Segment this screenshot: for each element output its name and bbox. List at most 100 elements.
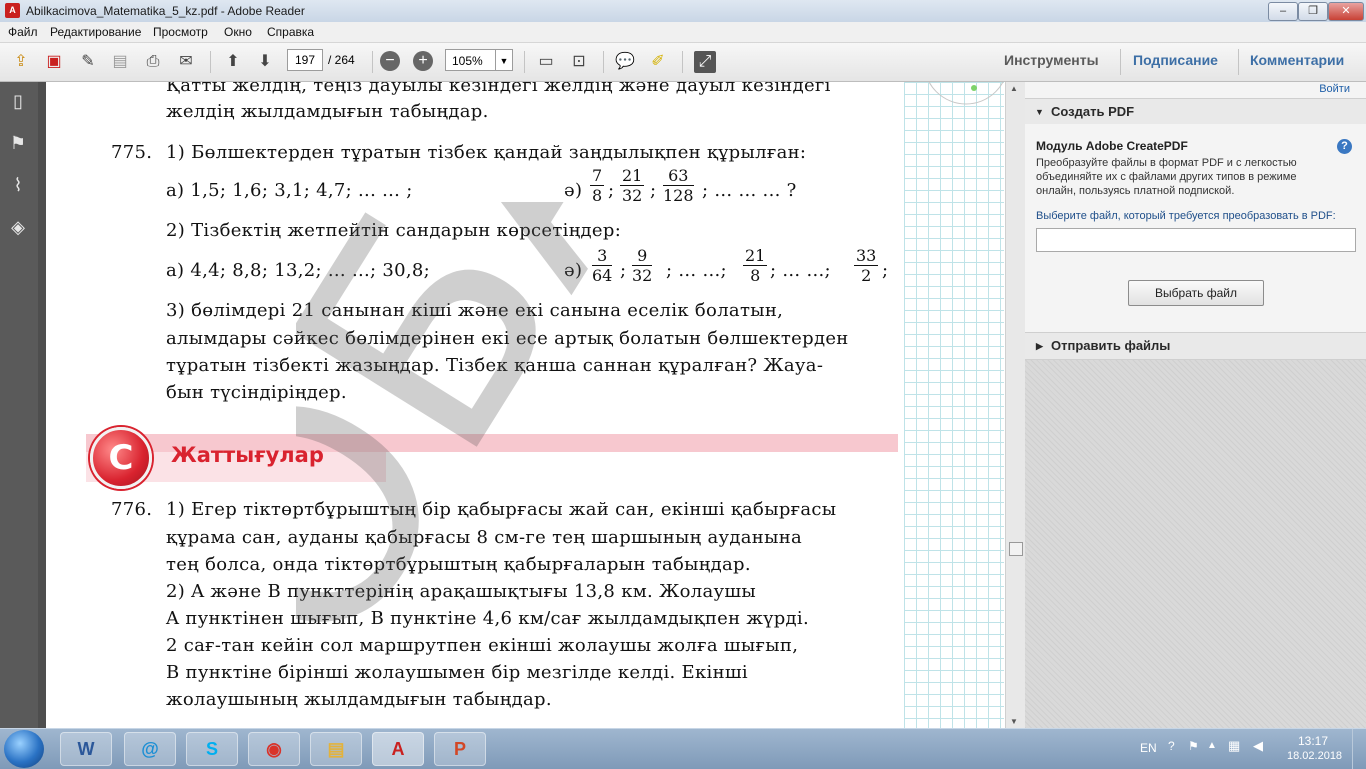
print-icon[interactable]: ⎙ (142, 51, 164, 73)
navigation-panel: ▯ ⚑ ⌇ ◈ (0, 82, 38, 728)
menu-view[interactable]: Просмотр (153, 25, 208, 39)
volume-icon[interactable]: ◀ (1253, 738, 1263, 754)
taskbar: W @ S ◉ ▤ A P EN ? ⚑ ▲ ▦ ◀ 13:17 18.02.2… (0, 728, 1366, 769)
pages-icon[interactable]: ▯ (7, 90, 29, 112)
decorative-circle-icon (928, 82, 1004, 105)
menu-help[interactable]: Справка (267, 25, 314, 39)
save-icon[interactable]: ▤ (109, 51, 131, 73)
text-line: 3) бөлімдері 21 санынан кіші және екі са… (166, 300, 784, 321)
network-icon[interactable]: ▦ (1228, 738, 1240, 754)
comment-icon[interactable]: 💬 (614, 51, 636, 73)
previous-page-icon[interactable]: ⬆ (222, 51, 244, 73)
text-line: а) 1,5; 1,6; 3,1; 4,7; ... ... ; (166, 180, 413, 201)
toolbar-separator (372, 51, 373, 73)
adobe-reader-taskbar-icon[interactable]: A (372, 732, 424, 766)
create-pdf-icon[interactable]: ▣ (43, 51, 65, 73)
scroll-down-icon[interactable]: ▼ (1010, 717, 1018, 726)
layers-icon[interactable]: ◈ (7, 216, 29, 238)
create-pdf-header[interactable]: ▼ Создать PDF (1025, 98, 1366, 126)
chevron-down-icon[interactable]: ▼ (495, 50, 512, 70)
select-file-button[interactable]: Выбрать файл (1128, 280, 1264, 306)
flag-tray-icon[interactable]: ⚑ (1188, 739, 1199, 753)
clock-time[interactable]: 13:17 (1298, 734, 1328, 748)
page-total: / 264 (328, 53, 355, 67)
text-line: а) 4,4; 8,8; 13,2; ... ...; 30,8; (166, 260, 431, 281)
toolbar-separator (524, 51, 525, 73)
minimize-button[interactable]: – (1268, 2, 1298, 21)
comment-link[interactable]: Комментарии (1250, 52, 1344, 68)
menu-edit[interactable]: Редактирование (50, 25, 141, 39)
text-line: 1) Бөлшектерден тұратын тізбек қандай за… (166, 142, 807, 163)
fraction: 33 2 (854, 246, 879, 285)
menu-file[interactable]: Файл (8, 25, 38, 39)
toolbar-separator (603, 51, 604, 73)
help-icon[interactable]: ? (1337, 139, 1352, 154)
edit-icon[interactable]: ✎ (77, 51, 99, 73)
email-icon[interactable]: ✉ (175, 51, 197, 73)
text-line: Қатты желдің, теңіз дауылы кезіндегі жел… (166, 82, 831, 96)
text-line: жолаушының жылдамдығын табыңдар. (166, 689, 552, 710)
tools-link[interactable]: Инструменты (1004, 52, 1099, 68)
skype-taskbar-icon[interactable]: S (186, 732, 238, 766)
close-button[interactable]: ✕ (1328, 2, 1364, 21)
zoom-in-icon[interactable]: + (413, 51, 433, 71)
text-line: ; ... ...; (666, 260, 727, 281)
toolbar-separator (1238, 49, 1239, 75)
module-description: объединяйте их с файлами других типов в … (1036, 171, 1297, 183)
chrome-taskbar-icon[interactable]: ◉ (248, 732, 300, 766)
menu-bar: Файл Редактирование Просмотр Окно Справк… (0, 22, 1366, 43)
zoom-out-icon[interactable]: − (380, 51, 400, 71)
toolbar-separator (1120, 49, 1121, 75)
module-description: Преобразуйте файлы в формат PDF и с легк… (1036, 157, 1297, 169)
scrollbar-thumb[interactable] (1009, 542, 1023, 556)
menu-window[interactable]: Окно (224, 25, 252, 39)
module-title: Модуль Adobe CreatePDF (1036, 139, 1188, 153)
text-line: ; (882, 260, 889, 281)
text-line: 1) Егер тіктөртбұрыштың бір қабырғасы жа… (166, 499, 837, 520)
problem-number: 775. (111, 142, 153, 163)
attachments-icon[interactable]: ⌇ (7, 174, 29, 196)
panel-empty-area (1025, 360, 1366, 728)
fit-width-icon[interactable]: ⊡ (568, 51, 590, 73)
create-pdf-label: Создать PDF (1051, 104, 1135, 119)
adobe-reader-icon: A (5, 3, 20, 18)
fullscreen-icon[interactable]: ⤢ (694, 51, 716, 73)
fraction: 21 8 (743, 246, 768, 285)
explorer-taskbar-icon[interactable]: ▤ (310, 732, 362, 766)
fraction: 3 64 (592, 246, 613, 285)
text-line: тұратын тізбекті жазыңдар. Тізбек қанша … (166, 355, 824, 376)
document-view[interactable]: Қатты желдің, теңіз дауылы кезіндегі жел… (38, 82, 1005, 728)
create-pdf-body: Модуль Adobe CreatePDF ? Преобразуйте фа… (1025, 124, 1366, 358)
powerpoint-taskbar-icon[interactable]: P (434, 732, 486, 766)
exercises-icon: C (90, 427, 152, 489)
show-desktop-button[interactable] (1352, 729, 1366, 769)
text-line: құрама сан, ауданы қабырғасы 8 см-ге тең… (166, 527, 803, 548)
text-line: ; (650, 180, 657, 201)
language-indicator[interactable]: EN (1140, 741, 1157, 755)
text-line: ; ... ... ... ? (702, 180, 797, 201)
zoom-select[interactable]: 105% ▼ (445, 49, 513, 71)
highlight-icon[interactable]: ✐ (647, 51, 669, 73)
open-icon[interactable]: ⇪ (10, 51, 32, 73)
file-path-input[interactable] (1036, 228, 1356, 252)
page-number-input[interactable] (287, 49, 323, 71)
text-line: 2) A және B пункттерінің арақашықтығы 13… (166, 581, 757, 602)
module-description: онлайн, пользуясь платной подпиской. (1036, 185, 1235, 197)
scroll-up-icon[interactable]: ▲ (1010, 84, 1018, 93)
maximize-button[interactable]: ❐ (1298, 2, 1328, 21)
help-tray-icon[interactable]: ? (1168, 739, 1175, 753)
chevron-up-icon[interactable]: ▲ (1207, 740, 1217, 751)
send-files-label: Отправить файлы (1051, 338, 1171, 353)
word-taskbar-icon[interactable]: W (60, 732, 112, 766)
text-line: ; (620, 260, 627, 281)
next-page-icon[interactable]: ⬇ (254, 51, 276, 73)
vertical-scrollbar[interactable]: ▲ ▼ (1005, 82, 1025, 728)
login-link[interactable]: Войти (1319, 83, 1350, 95)
clock-date[interactable]: 18.02.2018 (1287, 750, 1342, 762)
start-button[interactable] (4, 730, 44, 768)
bookmarks-icon[interactable]: ⚑ (7, 132, 29, 154)
send-files-header[interactable]: ▶ Отправить файлы (1025, 332, 1366, 360)
sign-link[interactable]: Подписание (1133, 52, 1218, 68)
mail-taskbar-icon[interactable]: @ (124, 732, 176, 766)
fit-page-icon[interactable]: ▭ (535, 51, 557, 73)
